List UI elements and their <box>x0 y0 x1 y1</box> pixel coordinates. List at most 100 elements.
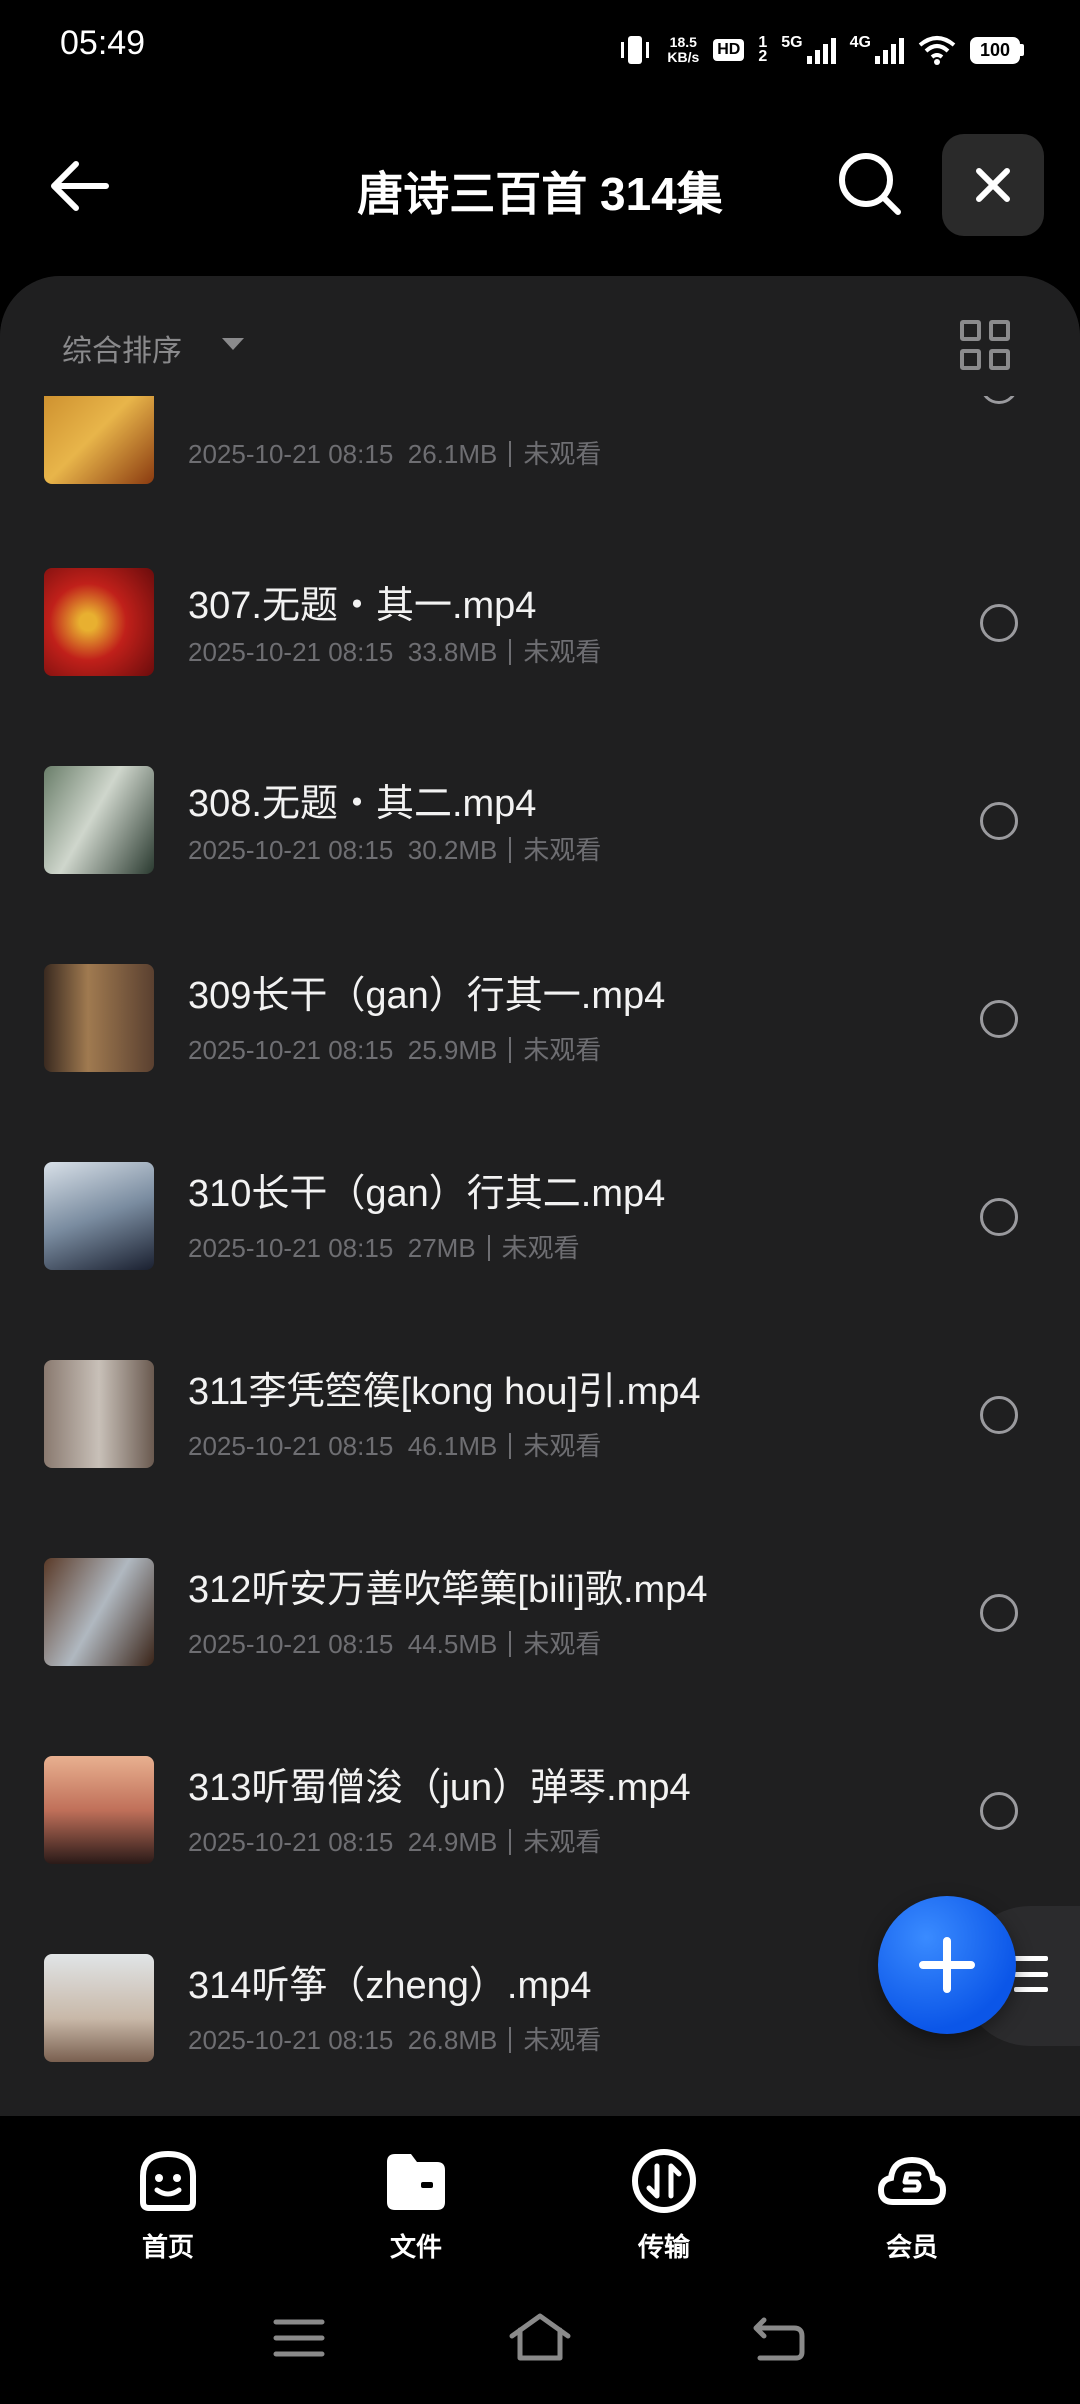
file-name: 308.无题・其二.mp4 <box>188 783 537 825</box>
nav-home[interactable]: 首页 <box>98 2146 238 2266</box>
file-size: 33.8MB <box>407 637 498 667</box>
home-icon[interactable] <box>508 2312 572 2362</box>
close-icon <box>976 168 1010 202</box>
file-row[interactable]: 312听安万善吹筚篥[bili]歌.mp4 2025-10-21 08:15 4… <box>0 1558 1080 1756</box>
file-name: 313听蜀僧浚（jun）弹琴.mp4 <box>188 1767 691 1809</box>
file-date: 2025-10-21 08:15 <box>188 439 394 469</box>
select-radio[interactable] <box>980 802 1018 840</box>
file-meta: 2025-10-21 08:15 27MB 未观看 <box>188 1228 580 1265</box>
speed-value: 18.5 <box>669 34 697 50</box>
file-date: 2025-10-21 08:15 <box>188 1431 394 1461</box>
video-thumbnail <box>44 568 154 676</box>
smile-box-icon <box>140 2150 196 2211</box>
signal-bars-icon <box>806 36 836 64</box>
wifi-icon <box>918 36 956 65</box>
video-thumbnail <box>44 1360 154 1468</box>
file-size: 25.9MB <box>407 1035 498 1065</box>
file-date: 2025-10-21 08:15 <box>188 1035 394 1065</box>
grid-view-toggle[interactable] <box>960 320 1010 370</box>
watch-status: 未观看 <box>523 1827 602 1857</box>
watch-status: 未观看 <box>523 1035 602 1065</box>
file-date: 2025-10-21 08:15 <box>188 2025 394 2055</box>
file-name: 307.无题・其一.mp4 <box>188 585 537 627</box>
signal-4g: 4G <box>849 34 904 64</box>
sim2-label: 2 <box>758 48 768 65</box>
watch-status: 未观看 <box>523 2025 602 2055</box>
signal-5g: 5G <box>781 34 836 64</box>
video-thumbnail <box>44 1162 154 1270</box>
hd-badge: HD <box>713 39 745 61</box>
folder-icon <box>387 2154 445 2210</box>
video-thumbnail <box>44 964 154 1072</box>
select-radio[interactable] <box>980 1198 1018 1236</box>
top-bar: 唐诗三百首 314集 <box>0 130 1080 240</box>
net1-label: 5G <box>781 34 803 51</box>
watch-status: 未观看 <box>523 637 602 667</box>
file-date: 2025-10-21 08:15 <box>188 835 394 865</box>
speed-unit: KB/s <box>667 49 700 65</box>
nav-member-label: 会员 <box>885 2232 938 2262</box>
file-date: 2025-10-21 08:15 <box>188 1233 394 1263</box>
add-button[interactable] <box>878 1896 1016 2034</box>
menu-icon <box>1014 1956 1048 1992</box>
watch-status: 未观看 <box>523 439 602 469</box>
watch-status: 未观看 <box>523 1629 602 1659</box>
search-icon <box>839 153 901 215</box>
status-time: 05:49 <box>60 24 146 62</box>
file-size: 26.1MB <box>407 439 498 469</box>
file-row[interactable]: 310长干（gan）行其二.mp4 2025-10-21 08:15 27MB 未… <box>0 1162 1080 1360</box>
file-row[interactable]: 308.无题・其二.mp4 2025-10-21 08:15 30.2MB 未观看 <box>0 766 1080 964</box>
nav-files[interactable]: 文件 <box>346 2146 486 2266</box>
watch-status: 未观看 <box>523 835 602 865</box>
file-row[interactable]: 2025-10-21 08:15 26.1MB 未观看 <box>0 366 1080 574</box>
file-row[interactable]: 307.无题・其一.mp4 2025-10-21 08:15 33.8MB 未观看 <box>0 568 1080 766</box>
file-meta: 2025-10-21 08:15 30.2MB 未观看 <box>188 830 601 867</box>
select-radio[interactable] <box>980 1396 1018 1434</box>
select-radio[interactable] <box>980 604 1018 642</box>
file-meta: 2025-10-21 08:15 26.8MB 未观看 <box>188 2020 601 2057</box>
file-meta: 2025-10-21 08:15 24.9MB 未观看 <box>188 1822 601 1859</box>
sort-bar: 综合排序 <box>0 276 1080 396</box>
file-name: 312听安万善吹筚篥[bili]歌.mp4 <box>188 1569 708 1611</box>
close-button[interactable] <box>942 134 1044 236</box>
file-size: 30.2MB <box>407 835 498 865</box>
plus-icon <box>919 1937 975 1993</box>
net2-label: 4G <box>849 34 871 51</box>
nav-member[interactable]: 会员 <box>842 2146 982 2266</box>
nav-transfer[interactable]: 传输 <box>594 2146 734 2266</box>
file-name: 314听筝（zheng）.mp4 <box>188 1965 592 2007</box>
file-list-panel: 2025-10-21 08:15 26.1MB 未观看 307.无题・其一.mp4… <box>0 276 1080 2116</box>
file-size: 24.9MB <box>407 1827 498 1857</box>
bottom-nav: 首页 文件 传输 会员 <box>0 2116 1080 2286</box>
video-thumbnail <box>44 766 154 874</box>
file-row[interactable]: 311李凭箜篌[kong hou]引.mp4 2025-10-21 08:15 … <box>0 1360 1080 1558</box>
sort-label: 综合排序 <box>62 335 182 368</box>
video-thumbnail <box>44 1954 154 2062</box>
file-date: 2025-10-21 08:15 <box>188 1827 394 1857</box>
grid-icon <box>960 320 981 341</box>
network-speed: 18.5 KB/s <box>667 35 699 65</box>
select-radio[interactable] <box>980 1594 1018 1632</box>
file-meta: 2025-10-21 08:15 26.1MB 未观看 <box>188 434 601 471</box>
select-radio[interactable] <box>980 1000 1018 1038</box>
nav-transfer-label: 传输 <box>637 2232 690 2262</box>
back-gesture-icon[interactable] <box>752 2314 806 2362</box>
recent-apps-icon[interactable] <box>272 2316 326 2360</box>
page-title: 唐诗三百首 314集 <box>357 168 723 220</box>
watch-status: 未观看 <box>523 1431 602 1461</box>
file-name: 309长干（gan）行其一.mp4 <box>188 975 666 1017</box>
system-nav-bar <box>0 2286 1080 2404</box>
select-radio[interactable] <box>980 1792 1018 1830</box>
status-icons: 18.5 KB/s HD 1 2 5G 4G 100 <box>617 30 1024 70</box>
signal-bars-icon <box>874 36 904 64</box>
file-size: 27MB <box>407 1233 476 1263</box>
file-size: 44.5MB <box>407 1629 498 1659</box>
status-bar: 05:49 18.5 KB/s HD 1 2 5G 4G 100 <box>0 0 1080 90</box>
file-size: 26.8MB <box>407 2025 498 2055</box>
vibrate-icon <box>621 36 650 64</box>
search-button[interactable] <box>832 146 908 222</box>
file-row[interactable]: 309长干（gan）行其一.mp4 2025-10-21 08:15 25.9M… <box>0 964 1080 1162</box>
transfer-icon <box>632 2149 696 2213</box>
file-date: 2025-10-21 08:15 <box>188 637 394 667</box>
file-name: 311李凭箜篌[kong hou]引.mp4 <box>188 1371 701 1413</box>
